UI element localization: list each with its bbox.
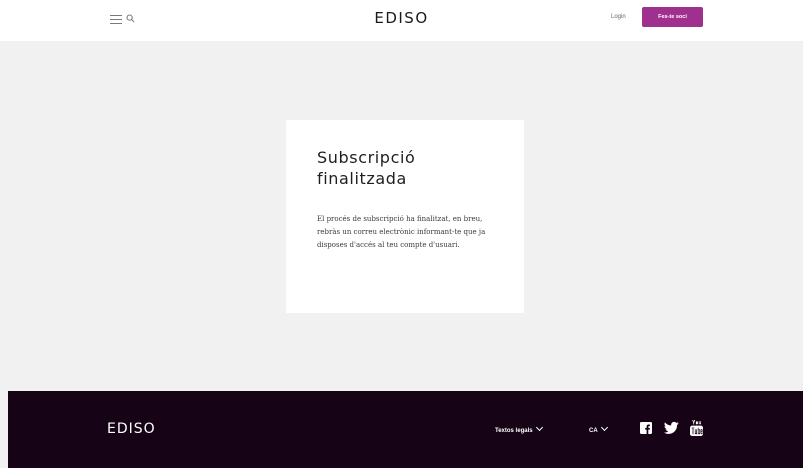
site-footer: EDISO Textos legals CA	[8, 391, 803, 468]
login-link[interactable]: Login	[611, 14, 626, 20]
join-button[interactable]: Fes-te soci	[642, 7, 703, 27]
chevron-down-icon	[600, 423, 608, 432]
legal-texts-label: Textos legals	[495, 428, 533, 434]
card-message: El procés de subscripció ha finalitzat, …	[317, 215, 486, 249]
legal-texts-dropdown[interactable]: Textos legals	[495, 423, 543, 434]
chevron-down-icon	[535, 423, 543, 432]
hamburger-menu-icon[interactable]	[110, 14, 122, 24]
site-header: EDISO Login Fes-te soci	[0, 0, 803, 41]
youtube-icon[interactable]	[690, 420, 703, 436]
facebook-icon[interactable]	[640, 420, 652, 436]
twitter-icon[interactable]	[664, 420, 679, 436]
footer-logo[interactable]: EDISO	[107, 421, 156, 437]
language-selector[interactable]: CA	[589, 423, 608, 434]
card-title: Subscripció finalitzada	[317, 148, 416, 188]
search-icon[interactable]	[126, 14, 135, 23]
subscription-complete-card: Subscripció finalitzada El procés de sub…	[286, 120, 524, 313]
language-label: CA	[589, 428, 598, 434]
